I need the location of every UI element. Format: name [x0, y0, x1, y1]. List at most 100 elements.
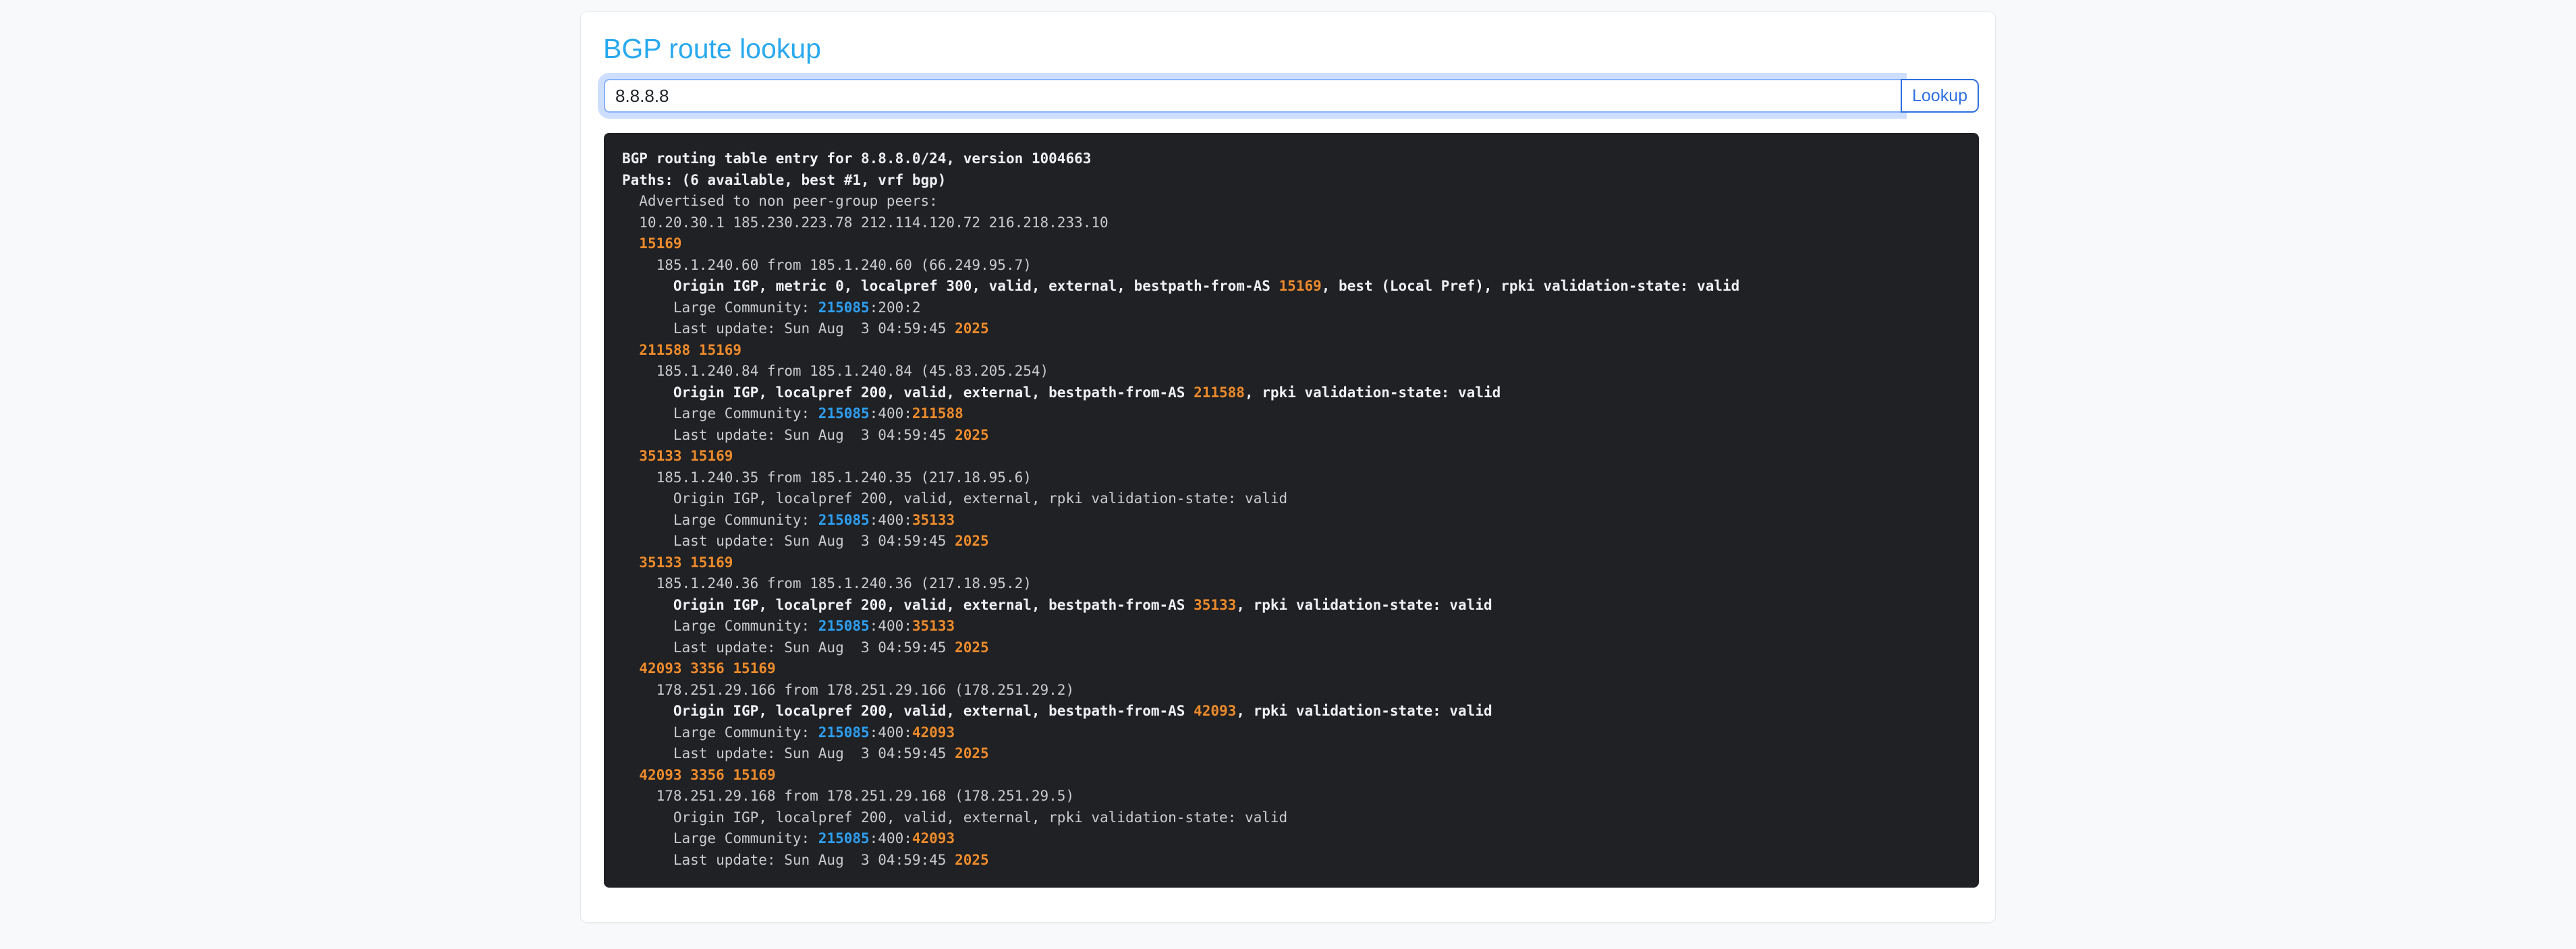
- as-number: 35133: [912, 512, 955, 528]
- page-title: BGP route lookup: [603, 33, 1975, 65]
- output-text: :400:: [870, 618, 912, 634]
- output-text: 178.251.29.168 from 178.251.29.168 (178.…: [622, 788, 1074, 804]
- terminal-line: Large Community: 215085:400:35133: [622, 510, 1961, 531]
- terminal-line: Origin IGP, localpref 200, valid, extern…: [622, 807, 1961, 829]
- lookup-button[interactable]: Lookup: [1901, 79, 1979, 113]
- output-text: Last update: Sun Aug 3 04:59:45: [622, 533, 955, 549]
- large-community-asn: 215085: [818, 830, 870, 846]
- terminal-line: 42093 3356 15169: [622, 658, 1961, 680]
- terminal-line: Last update: Sun Aug 3 04:59:45 2025: [622, 850, 1961, 871]
- output-text: Last update: Sun Aug 3 04:59:45: [622, 639, 955, 656]
- terminal-line: 15169: [622, 233, 1961, 255]
- output-text-bold: , rpki validation-state: valid: [1245, 384, 1501, 401]
- terminal-line: 185.1.240.36 from 185.1.240.36 (217.18.9…: [622, 573, 1961, 595]
- output-text: [622, 448, 639, 464]
- terminal-line: 185.1.240.35 from 185.1.240.35 (217.18.9…: [622, 467, 1961, 489]
- output-text: Large Community:: [622, 618, 818, 634]
- output-text-bold: Origin IGP, metric 0, localpref 300, val…: [622, 278, 1279, 294]
- route-input[interactable]: [604, 79, 1901, 113]
- output-text: Last update: Sun Aug 3 04:59:45: [622, 852, 955, 868]
- large-community-asn: 215085: [818, 299, 870, 316]
- terminal-line: 42093 3356 15169: [622, 765, 1961, 786]
- output-text: :400:: [870, 405, 912, 422]
- terminal-line: 178.251.29.168 from 178.251.29.168 (178.…: [622, 786, 1961, 807]
- output-text: [622, 235, 639, 252]
- terminal-line: BGP routing table entry for 8.8.8.0/24, …: [622, 148, 1961, 170]
- output-text: :200:2: [870, 299, 921, 316]
- output-text: Large Community:: [622, 405, 818, 422]
- output-text-bold: BGP routing table entry for 8.8.8.0/24, …: [622, 150, 1091, 167]
- terminal-line: Last update: Sun Aug 3 04:59:45 2025: [622, 637, 1961, 659]
- output-text: 185.1.240.36 from 185.1.240.36 (217.18.9…: [622, 575, 1032, 592]
- terminal-line: 185.1.240.60 from 185.1.240.60 (66.249.9…: [622, 255, 1961, 277]
- as-number: 35133: [912, 618, 955, 634]
- lookup-card: BGP route lookup Lookup BGP routing tabl…: [580, 11, 1996, 923]
- output-text: :400:: [870, 512, 912, 528]
- terminal-line: Origin IGP, metric 0, localpref 300, val…: [622, 276, 1961, 297]
- output-text: Last update: Sun Aug 3 04:59:45: [622, 320, 955, 337]
- large-community-asn: 215085: [818, 512, 870, 528]
- as-number: 2025: [955, 427, 989, 443]
- terminal-line: Last update: Sun Aug 3 04:59:45 2025: [622, 425, 1961, 447]
- terminal-line: 10.20.30.1 185.230.223.78 212.114.120.72…: [622, 212, 1961, 234]
- as-number: 35133: [1194, 597, 1236, 613]
- large-community-asn: 215085: [818, 405, 870, 422]
- output-text-bold: Origin IGP, localpref 200, valid, extern…: [622, 703, 1194, 719]
- output-text: Last update: Sun Aug 3 04:59:45: [622, 745, 955, 761]
- as-number: 2025: [955, 533, 989, 549]
- output-text: Large Community:: [622, 724, 818, 741]
- as-number: 2025: [955, 852, 989, 868]
- as-number: 42093: [912, 724, 955, 741]
- terminal-line: Origin IGP, localpref 200, valid, extern…: [622, 382, 1961, 404]
- as-number: 211588: [1194, 384, 1245, 401]
- terminal-line: Large Community: 215085:400:35133: [622, 616, 1961, 637]
- output-text: 185.1.240.35 from 185.1.240.35 (217.18.9…: [622, 469, 1032, 486]
- output-text: :400:: [870, 724, 912, 741]
- output-text: 185.1.240.84 from 185.1.240.84 (45.83.20…: [622, 363, 1048, 379]
- terminal-line: 178.251.29.166 from 178.251.29.166 (178.…: [622, 680, 1961, 701]
- as-number: 42093: [1194, 703, 1236, 719]
- as-number: 15169: [639, 235, 681, 252]
- as-number: 2025: [955, 745, 989, 761]
- large-community-asn: 215085: [818, 618, 870, 634]
- output-text: Origin IGP, localpref 200, valid, extern…: [622, 809, 1287, 826]
- terminal-line: Origin IGP, localpref 200, valid, extern…: [622, 595, 1961, 616]
- bgp-output-terminal: BGP routing table entry for 8.8.8.0/24, …: [604, 133, 1979, 888]
- as-number: 211588 15169: [639, 342, 741, 358]
- terminal-line: Advertised to non peer-group peers:: [622, 191, 1961, 212]
- as-number: 42093 3356 15169: [639, 767, 775, 783]
- output-text: Large Community:: [622, 512, 818, 528]
- output-text-bold: Paths: (6 available, best #1, vrf bgp): [622, 172, 946, 188]
- output-text: Large Community:: [622, 299, 818, 316]
- terminal-line: Large Community: 215085:400:42093: [622, 722, 1961, 744]
- terminal-line: 35133 15169: [622, 446, 1961, 467]
- terminal-line: 211588 15169: [622, 340, 1961, 362]
- as-number: 2025: [955, 320, 989, 337]
- as-number: 211588: [912, 405, 963, 422]
- output-text: Last update: Sun Aug 3 04:59:45: [622, 427, 955, 443]
- as-number: 35133 15169: [639, 554, 733, 571]
- terminal-line: 185.1.240.84 from 185.1.240.84 (45.83.20…: [622, 361, 1961, 382]
- terminal-line: Last update: Sun Aug 3 04:59:45 2025: [622, 531, 1961, 552]
- output-text: Origin IGP, localpref 200, valid, extern…: [622, 490, 1287, 507]
- output-text-bold: Origin IGP, localpref 200, valid, extern…: [622, 384, 1194, 401]
- output-text: :400:: [870, 830, 912, 846]
- output-text-bold: , rpki validation-state: valid: [1236, 703, 1492, 719]
- terminal-line: Large Community: 215085:200:2: [622, 297, 1961, 319]
- large-community-asn: 215085: [818, 724, 870, 741]
- output-text: 178.251.29.166 from 178.251.29.166 (178.…: [622, 682, 1074, 698]
- output-text-bold: , best (Local Pref), rpki validation-sta…: [1322, 278, 1740, 294]
- output-text: [622, 342, 639, 358]
- terminal-line: Large Community: 215085:400:42093: [622, 828, 1961, 850]
- terminal-line: Paths: (6 available, best #1, vrf bgp): [622, 170, 1961, 192]
- output-text: Large Community:: [622, 830, 818, 846]
- as-number: 42093 3356 15169: [639, 660, 775, 677]
- as-number: 2025: [955, 639, 989, 656]
- as-number: 42093: [912, 830, 955, 846]
- as-number: 35133 15169: [639, 448, 733, 464]
- output-text: [622, 660, 639, 677]
- output-text-bold: Origin IGP, localpref 200, valid, extern…: [622, 597, 1194, 613]
- output-text: [622, 767, 639, 783]
- terminal-line: Origin IGP, localpref 200, valid, extern…: [622, 701, 1961, 722]
- lookup-input-group: Lookup: [604, 79, 1979, 113]
